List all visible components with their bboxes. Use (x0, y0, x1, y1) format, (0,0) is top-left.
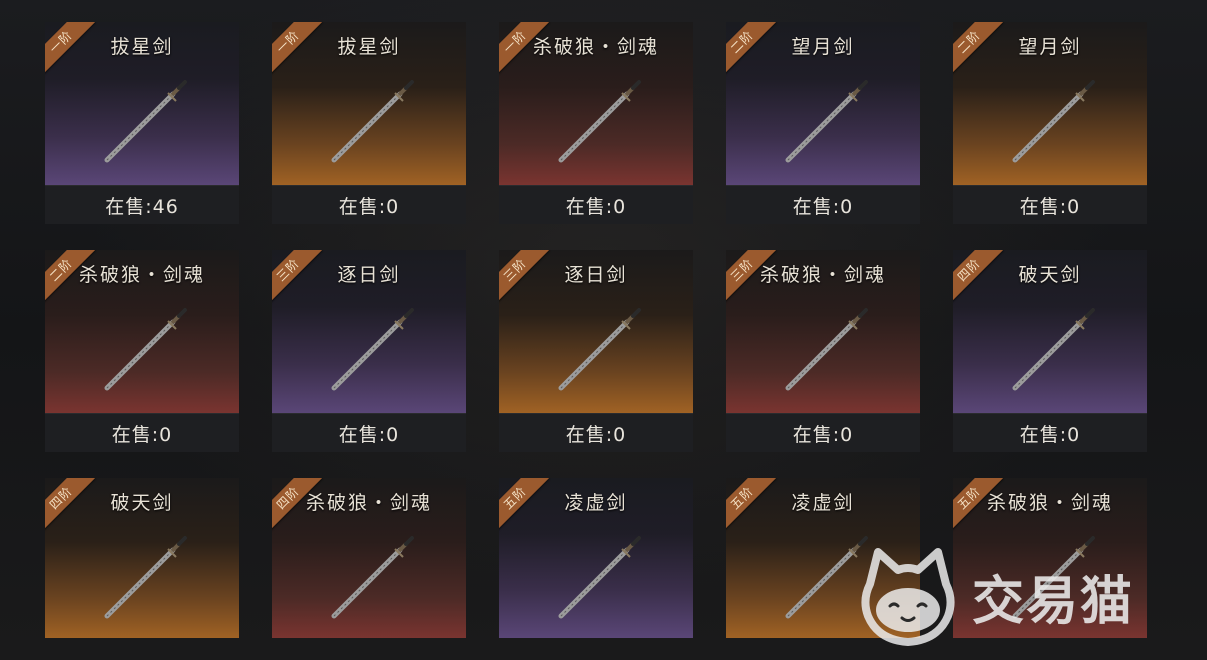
tier-ribbon: 二阶 (953, 22, 1013, 82)
item-art: 二阶 杀破狼・剑魂 (45, 250, 239, 413)
on-sale-count: 在售:0 (726, 413, 920, 452)
item-card[interactable]: 二阶 望月剑 在售:0 (953, 22, 1147, 224)
tier-label: 五阶 (953, 478, 1003, 532)
tier-label: 一阶 (272, 22, 322, 76)
tier-label: 二阶 (45, 250, 95, 304)
item-art: 三阶 逐日剑 (499, 250, 693, 413)
on-sale-count: 在售:0 (499, 413, 693, 452)
tier-ribbon: 四阶 (272, 478, 332, 538)
tier-label: 四阶 (272, 478, 322, 532)
on-sale-count: 在售:0 (272, 185, 466, 224)
tier-ribbon: 五阶 (953, 478, 1013, 538)
item-art: 四阶 破天剑 (45, 478, 239, 638)
item-card[interactable]: 三阶 逐日剑 在售:0 (272, 250, 466, 452)
item-art: 三阶 杀破狼・剑魂 (726, 250, 920, 413)
item-card[interactable]: 三阶 逐日剑 在售:0 (499, 250, 693, 452)
tier-label: 三阶 (272, 250, 322, 304)
item-card[interactable]: 二阶 望月剑 在售:0 (726, 22, 920, 224)
tier-label: 二阶 (726, 22, 776, 76)
tier-ribbon: 三阶 (272, 250, 332, 310)
tier-ribbon: 三阶 (499, 250, 559, 310)
tier-label: 四阶 (45, 478, 95, 532)
on-sale-count: 在售:0 (499, 185, 693, 224)
tier-ribbon: 四阶 (45, 478, 105, 538)
item-art: 四阶 杀破狼・剑魂 (272, 478, 466, 638)
item-art: 二阶 望月剑 (953, 22, 1147, 185)
tier-label: 四阶 (953, 250, 1003, 304)
tier-ribbon: 五阶 (726, 478, 786, 538)
item-art: 三阶 逐日剑 (272, 250, 466, 413)
tier-ribbon: 四阶 (953, 250, 1013, 310)
on-sale-count: 在售:46 (45, 185, 239, 224)
item-card[interactable]: 一阶 杀破狼・剑魂 在售:0 (499, 22, 693, 224)
on-sale-count: 在售:0 (272, 413, 466, 452)
on-sale-count: 在售:0 (953, 185, 1147, 224)
item-card[interactable]: 四阶 破天剑 在售:0 (953, 250, 1147, 452)
tier-label: 三阶 (726, 250, 776, 304)
item-art: 五阶 凌虚剑 (499, 478, 693, 638)
tier-label: 五阶 (726, 478, 776, 532)
item-card[interactable]: 一阶 拔星剑 在售:0 (272, 22, 466, 224)
tier-ribbon: 一阶 (45, 22, 105, 82)
tier-ribbon: 三阶 (726, 250, 786, 310)
on-sale-count: 在售:0 (726, 185, 920, 224)
tier-label: 三阶 (499, 250, 549, 304)
tier-ribbon: 二阶 (726, 22, 786, 82)
watermark: 交易猫 (856, 540, 1196, 652)
item-card[interactable]: 三阶 杀破狼・剑魂 在售:0 (726, 250, 920, 452)
item-art: 一阶 杀破狼・剑魂 (499, 22, 693, 185)
item-card[interactable]: 二阶 杀破狼・剑魂 在售:0 (45, 250, 239, 452)
item-card[interactable]: 五阶 凌虚剑 (499, 478, 693, 638)
tier-ribbon: 二阶 (45, 250, 105, 310)
on-sale-count: 在售:0 (953, 413, 1147, 452)
tier-label: 五阶 (499, 478, 549, 532)
item-card[interactable]: 一阶 拔星剑 在售:46 (45, 22, 239, 224)
item-art: 一阶 拔星剑 (272, 22, 466, 185)
tier-ribbon: 一阶 (499, 22, 559, 82)
item-card[interactable]: 四阶 杀破狼・剑魂 (272, 478, 466, 638)
tier-label: 二阶 (953, 22, 1003, 76)
on-sale-count: 在售:0 (45, 413, 239, 452)
tier-ribbon: 五阶 (499, 478, 559, 538)
item-art: 四阶 破天剑 (953, 250, 1147, 413)
cat-face-icon (861, 548, 955, 646)
tier-label: 一阶 (45, 22, 95, 76)
tier-ribbon: 一阶 (272, 22, 332, 82)
item-art: 二阶 望月剑 (726, 22, 920, 185)
tier-label: 一阶 (499, 22, 549, 76)
watermark-text: 交易猫 (972, 571, 1135, 632)
item-card[interactable]: 四阶 破天剑 (45, 478, 239, 638)
item-art: 一阶 拔星剑 (45, 22, 239, 185)
